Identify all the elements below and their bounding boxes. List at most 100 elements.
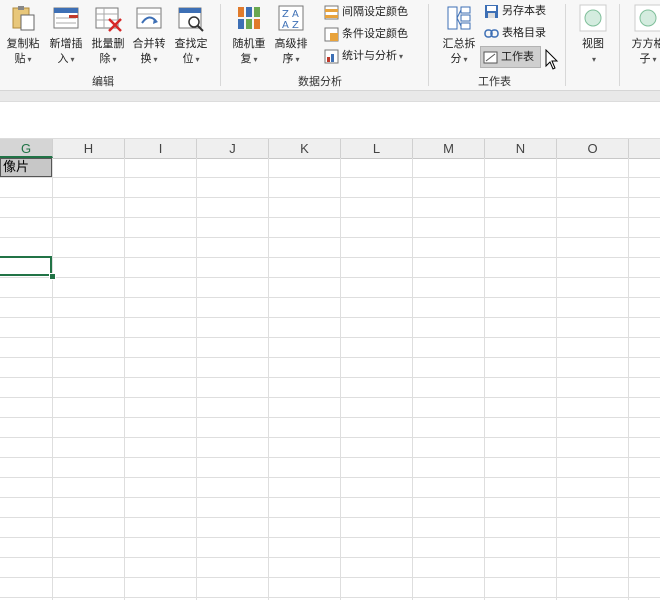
chevron-down-icon: ▾: [70, 55, 75, 64]
column-header-j[interactable]: J: [197, 139, 269, 158]
statistics-analysis-button[interactable]: 统计与分析 ▾: [322, 46, 403, 66]
copy-paste-label-2: 贴: [14, 52, 26, 65]
cell-grid[interactable]: 像片: [0, 158, 660, 600]
column-header-m[interactable]: M: [413, 139, 485, 158]
delete-grid-icon: [95, 7, 122, 32]
statistics-analysis-label: 统计与分析: [342, 49, 397, 62]
fangfang-icon: [634, 4, 660, 32]
chevron-down-icon: ▾: [295, 55, 300, 64]
batch-delete-label-1: 批量删: [91, 37, 125, 50]
sort-az-icon: Z A A Z: [278, 5, 304, 31]
chevron-down-icon: ▾: [153, 55, 158, 64]
insert-label-2: 入: [57, 52, 69, 65]
condition-color-button[interactable]: 条件设定颜色: [322, 24, 408, 44]
merge-convert-label-1: 合并转: [132, 37, 166, 50]
find-locate-button[interactable]: 查找定 位 ▾: [170, 3, 212, 69]
batch-delete-button[interactable]: 批量删 除 ▾: [87, 3, 129, 69]
column-header-o[interactable]: O: [557, 139, 629, 158]
grid-line: [0, 257, 660, 258]
random-columns-icon: [238, 7, 260, 29]
grid-line: [556, 158, 557, 600]
column-header-g[interactable]: G: [0, 139, 53, 158]
insert-label-1: 新增插: [49, 37, 83, 50]
grid-line: [196, 158, 197, 600]
chevron-down-icon: ▾: [399, 52, 404, 61]
column-header-h[interactable]: H: [53, 139, 125, 158]
group-label-worksheet: 工作表: [478, 75, 511, 88]
svg-text:A: A: [282, 20, 289, 31]
table-directory-button[interactable]: 表格目录: [482, 23, 546, 43]
grid-line: [484, 158, 485, 600]
copy-paste-button[interactable]: 复制粘 贴 ▾: [2, 3, 44, 69]
random-repeat-button[interactable]: 随机重 复 ▾: [228, 3, 270, 69]
find-locate-label-1: 查找定: [174, 37, 208, 50]
summary-split-button[interactable]: 汇总拆 分 ▾: [438, 3, 480, 69]
grid-line: [0, 517, 660, 518]
column-header-n[interactable]: N: [485, 139, 557, 158]
link-icon: [484, 28, 499, 38]
advanced-sort-label-2: 序: [282, 52, 294, 65]
grid-line: [340, 158, 341, 600]
chevron-down-icon: ▾: [27, 55, 32, 64]
merge-convert-button[interactable]: 合并转 换 ▾: [128, 3, 170, 69]
save-this-sheet-button[interactable]: 另存本表: [482, 1, 546, 21]
grid-line: [0, 557, 660, 558]
find-icon: [178, 7, 204, 32]
fangfang-button[interactable]: 方方格 子 ▾: [624, 3, 660, 69]
group-label-data-analysis: 数据分析: [298, 75, 342, 88]
batch-delete-label-2: 除: [99, 52, 111, 65]
active-cell-selection[interactable]: [0, 256, 52, 276]
chevron-down-icon: ▾: [195, 55, 200, 64]
statistics-icon: [324, 49, 339, 63]
grid-line: [52, 158, 53, 600]
view-button[interactable]: 视图 ▾: [572, 3, 614, 69]
formula-bar[interactable]: [0, 102, 660, 139]
insert-button[interactable]: 新增插 入 ▾: [45, 3, 87, 69]
group-divider: [565, 4, 566, 86]
grid-line: [0, 337, 660, 338]
worksheet-icon: [483, 51, 498, 63]
advanced-sort-label-1: 高级排: [274, 37, 308, 50]
condition-color-icon: [324, 27, 339, 41]
cell-g1[interactable]: 像片: [0, 158, 52, 177]
svg-text:Z: Z: [282, 9, 289, 20]
summary-split-label-2: 分: [450, 52, 462, 65]
column-header-l[interactable]: L: [341, 139, 413, 158]
advanced-sort-button[interactable]: Z A A Z 高级排 序 ▾: [270, 3, 312, 69]
grid-line: [0, 297, 660, 298]
view-icon: [579, 4, 607, 32]
random-repeat-label-2: 复: [240, 52, 252, 65]
fill-handle[interactable]: [49, 273, 56, 280]
summary-split-label-1: 汇总拆: [442, 37, 476, 50]
grid-line: [0, 177, 660, 178]
interval-color-button[interactable]: 间隔设定颜色: [322, 2, 408, 22]
chevron-down-icon: ▾: [591, 55, 596, 64]
grid-line: [0, 197, 660, 198]
column-header-k[interactable]: K: [269, 139, 341, 158]
column-header-i[interactable]: I: [125, 139, 197, 158]
chevron-down-icon: ▾: [463, 55, 468, 64]
grid-line: [628, 158, 629, 600]
ribbon: 复制粘 贴 ▾ 新增插 入 ▾ 批量删 除 ▾ 合并转 换 ▾ 查找定 位 ▾ …: [0, 0, 660, 91]
grid-line: [0, 217, 660, 218]
grid-line: [412, 158, 413, 600]
grid-line: [0, 397, 660, 398]
group-divider: [619, 4, 620, 86]
clipboard-icon: [12, 6, 35, 31]
copy-paste-label-1: 复制粘: [6, 37, 40, 50]
find-locate-label-2: 位: [182, 52, 194, 65]
fangfang-label-1: 方方格: [631, 37, 660, 50]
interval-color-label: 间隔设定颜色: [342, 5, 408, 18]
mouse-cursor-icon: [545, 49, 559, 70]
group-divider: [428, 4, 429, 86]
chevron-down-icon: ▾: [253, 55, 258, 64]
column-header-p[interactable]: [629, 139, 660, 158]
grid-line: [0, 597, 660, 598]
grid-line: [268, 158, 269, 600]
view-label: 视图: [582, 37, 604, 50]
table-directory-label: 表格目录: [502, 26, 546, 39]
insert-rows-icon: [53, 7, 79, 29]
save-this-sheet-label: 另存本表: [502, 4, 546, 17]
worksheet-button[interactable]: 工作表: [480, 46, 541, 68]
save-sheet-icon: [485, 4, 498, 18]
